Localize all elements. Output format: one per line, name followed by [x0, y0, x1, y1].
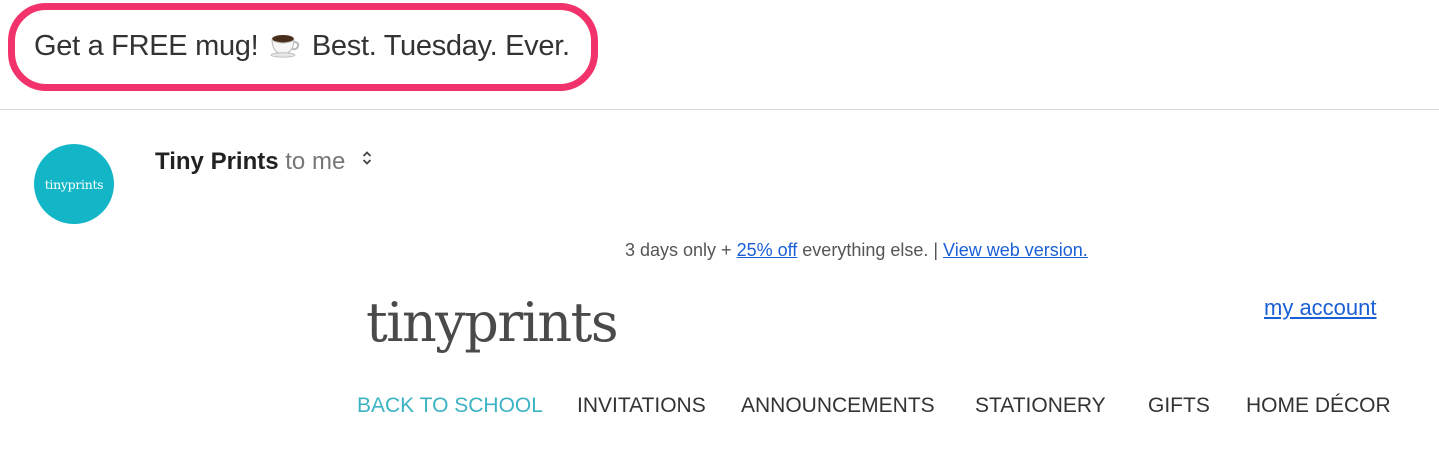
sender-line: Tiny Prints to me — [155, 148, 372, 176]
email-subject: Get a FREE mug! Best. Tuesday. Ever. — [34, 30, 570, 63]
preheader: 3 days only + 25% off everything else. |… — [625, 240, 1088, 261]
nav-stationery[interactable]: STATIONERY — [975, 394, 1106, 418]
coffee-cup-icon — [270, 35, 300, 58]
nav-announcements[interactable]: ANNOUNCEMENTS — [741, 394, 935, 418]
web-version-link[interactable]: View web version. — [943, 240, 1088, 260]
header-divider — [0, 109, 1439, 110]
discount-link[interactable]: 25% off — [737, 240, 798, 260]
my-account-link[interactable]: my account — [1264, 295, 1377, 321]
recipient-label: to me — [285, 148, 346, 175]
subject-text-start: Get a FREE mug! — [34, 30, 259, 62]
avatar-text: tinyprints — [44, 176, 104, 192]
preheader-text-middle: everything else. | — [797, 240, 944, 260]
preheader-text-start: 3 days only + — [625, 240, 737, 260]
sender-name[interactable]: Tiny Prints — [155, 148, 279, 175]
nav-back-to-school[interactable]: BACK TO SCHOOL — [357, 394, 543, 418]
details-chevron-icon[interactable] — [362, 150, 372, 171]
nav-home-decor[interactable]: HOME DÉCOR — [1246, 394, 1391, 418]
nav-invitations[interactable]: INVITATIONS — [577, 394, 706, 418]
nav-gifts[interactable]: GIFTS — [1148, 394, 1210, 418]
tinyprints-logo[interactable]: tinyprints — [366, 291, 619, 354]
sender-avatar[interactable]: tinyprints — [34, 144, 114, 224]
subject-text-end: Best. Tuesday. Ever. — [311, 30, 570, 62]
